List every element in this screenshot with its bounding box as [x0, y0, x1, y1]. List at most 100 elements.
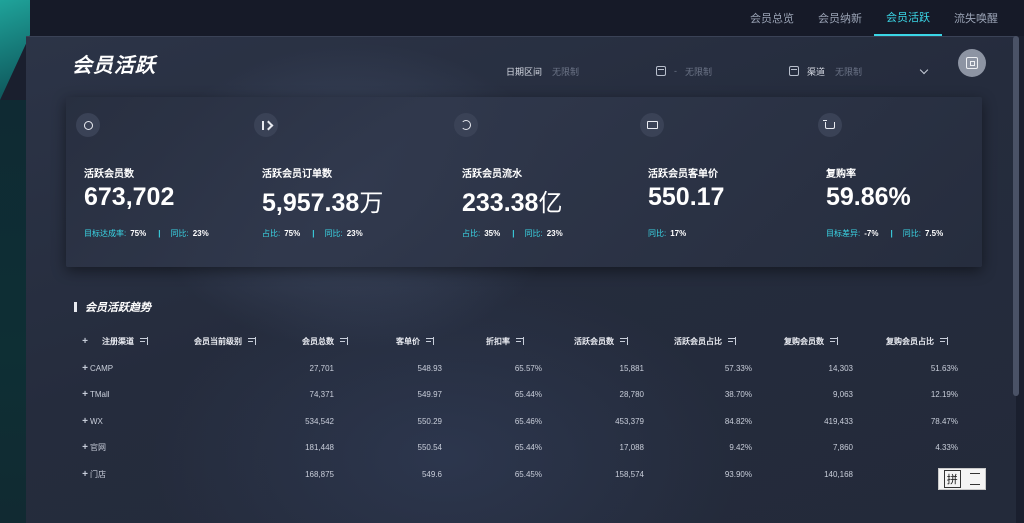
date-start-input[interactable]: 无限制: [552, 63, 656, 79]
table-cell: 51.63%: [930, 363, 958, 373]
kpi-sub: 占比: 75% | 同比: 23%: [262, 229, 363, 238]
layout-toggle-button[interactable]: [958, 49, 986, 77]
sort-icon[interactable]: [830, 336, 838, 345]
expand-row-icon[interactable]: +: [80, 355, 90, 382]
kpi-value: 59.86%: [826, 183, 911, 211]
expand-row-icon[interactable]: +: [80, 408, 90, 435]
table-row[interactable]: + TMall 74,371 549.97 65.44% 28,780 38.70% 9,06…: [76, 382, 972, 409]
sort-icon[interactable]: [248, 336, 256, 345]
table-cell: 9,063: [832, 390, 853, 400]
table-header: + 注册渠道 会员当前级别 会员总数 客单价 折扣率 活跃会员数 活跃会员占比 …: [76, 327, 972, 355]
table-cell: 7,860: [832, 443, 853, 453]
sort-icon[interactable]: [426, 336, 434, 345]
order-icon: [254, 113, 278, 137]
table-cell: 15,881: [619, 363, 644, 373]
kpi-sub: 占比: 35% | 同比: 23%: [462, 229, 563, 238]
chevron-down-icon[interactable]: [919, 65, 929, 74]
table-cell: 550.54: [417, 443, 442, 453]
date-separator: -: [674, 66, 678, 76]
sort-icon[interactable]: [728, 336, 736, 345]
kpi-label: 复购率: [826, 169, 856, 180]
col-header-discount[interactable]: 折扣率: [486, 327, 524, 355]
table-cell: 65.46%: [514, 416, 542, 426]
table-cell: 419,433: [824, 416, 853, 426]
wallet-icon: [640, 113, 664, 137]
kpi-value: 5,957.38万: [262, 189, 384, 217]
cycle-icon: [454, 113, 478, 137]
cart-icon: [818, 113, 842, 137]
kpi-sub: 同比: 17%: [648, 229, 687, 238]
expand-row-icon[interactable]: +: [80, 461, 90, 488]
table-cell: 78.47%: [930, 416, 958, 426]
table-cell: 74,371: [309, 390, 334, 400]
kpi-label: 活跃会员订单数: [262, 169, 332, 180]
member-table: + 注册渠道 会员当前级别 会员总数 客单价 折扣率 活跃会员数 活跃会员占比 …: [76, 327, 972, 488]
kpi-label: 活跃会员数: [84, 169, 134, 180]
ime-punctuation-icon[interactable]: [970, 473, 981, 485]
kpi-value: 673,702: [84, 183, 175, 211]
table-cell: 549.6: [421, 469, 442, 479]
col-header-channel[interactable]: 注册渠道: [102, 327, 148, 355]
tab-member-overview[interactable]: 会员总览: [738, 0, 806, 36]
table-cell: 93.90%: [724, 469, 752, 479]
main-panel: 会员活跃 日期区间 无限制 - 无限制 渠道 无限制 活跃会员数 673,702…: [26, 36, 1016, 523]
table-cell: 28,780: [619, 390, 644, 400]
sort-icon[interactable]: [140, 336, 148, 345]
table-cell: 65.44%: [514, 443, 542, 453]
table-cell: 38.70%: [724, 390, 752, 400]
table-cell: 门店: [90, 469, 106, 479]
table-cell: 4.33%: [935, 443, 958, 453]
sort-icon[interactable]: [620, 336, 628, 345]
col-header-repurchase[interactable]: 复购会员数: [784, 327, 838, 355]
sort-icon[interactable]: [940, 336, 948, 345]
col-header-active-ratio[interactable]: 活跃会员占比: [674, 327, 736, 355]
table-row[interactable]: + 门店 168,875 549.6 65.45% 158,574 93.90% 140,16…: [76, 461, 972, 488]
top-nav-bar: 会员总览 会员纳新 会员活跃 流失唤醒: [0, 0, 1024, 100]
ime-pinyin-indicator[interactable]: 拼: [943, 470, 961, 488]
col-header-repurchase-ratio[interactable]: 复购会员占比: [886, 327, 948, 355]
table-row[interactable]: + WX 534,542 550.29 65.46% 453,379 84.82% 419,4…: [76, 408, 972, 435]
sort-icon[interactable]: [516, 336, 524, 345]
expand-row-icon[interactable]: +: [80, 435, 90, 462]
date-range-label: 日期区间: [506, 66, 543, 77]
kpi-label: 活跃会员客单价: [648, 169, 718, 180]
table-body: + CAMP 27,701 548.93 65.57% 15,881 57.33% 14,30…: [76, 355, 972, 488]
calendar-icon[interactable]: [789, 66, 800, 76]
table-row[interactable]: + 官网 181,448 550.54 65.44% 17,088 9.42% 7,860 4.…: [76, 435, 972, 462]
date-end-input[interactable]: 无限制: [685, 63, 789, 79]
table-cell: 453,379: [615, 416, 644, 426]
col-header-active[interactable]: 活跃会员数: [574, 327, 628, 355]
kpi-card: 活跃会员数 673,702 目标达成率: 75% | 同比: 23% 活跃会员订单数…: [66, 97, 982, 267]
col-header-aov[interactable]: 客单价: [396, 327, 434, 355]
kpi-value: 233.38亿: [462, 189, 563, 217]
sort-icon[interactable]: [340, 336, 348, 345]
col-header-level[interactable]: 会员当前级别: [194, 327, 256, 355]
tab-member-active[interactable]: 会员活跃: [874, 0, 942, 36]
vertical-scrollbar[interactable]: [1013, 36, 1019, 396]
section-marker: [74, 302, 77, 312]
table-cell: 181,448: [305, 443, 334, 453]
coin-icon: [76, 113, 100, 137]
table-cell: 550.29: [417, 416, 442, 426]
left-side-strip: [0, 100, 26, 523]
kpi-value: 550.17: [648, 183, 725, 211]
table-cell: 140,168: [824, 469, 853, 479]
tab-churn-recall[interactable]: 流失唤醒: [942, 0, 1010, 36]
table-cell: 158,574: [615, 469, 644, 479]
calendar-icon[interactable]: [656, 66, 667, 76]
table-row[interactable]: + CAMP 27,701 548.93 65.57% 15,881 57.33% 14,30…: [76, 355, 972, 382]
table-cell: 549.97: [417, 390, 442, 400]
tab-member-acquisition[interactable]: 会员纳新: [806, 0, 874, 36]
grid-icon: [966, 57, 978, 69]
table-cell: 548.93: [417, 363, 442, 373]
table-cell: 168,875: [305, 469, 334, 479]
expand-all-icon[interactable]: +: [80, 327, 90, 355]
filter-bar: 日期区间 无限制 - 无限制 渠道 无限制: [506, 63, 929, 79]
expand-row-icon[interactable]: +: [80, 382, 90, 409]
channel-label: 渠道: [807, 66, 826, 77]
kpi-sub: 目标差异: -7% | 同比: 7.5%: [826, 229, 944, 238]
col-header-total[interactable]: 会员总数: [302, 327, 348, 355]
ime-toolbar[interactable]: 拼: [938, 468, 986, 490]
channel-select[interactable]: 无限制: [835, 63, 915, 79]
page-title: 会员活跃: [72, 55, 156, 77]
